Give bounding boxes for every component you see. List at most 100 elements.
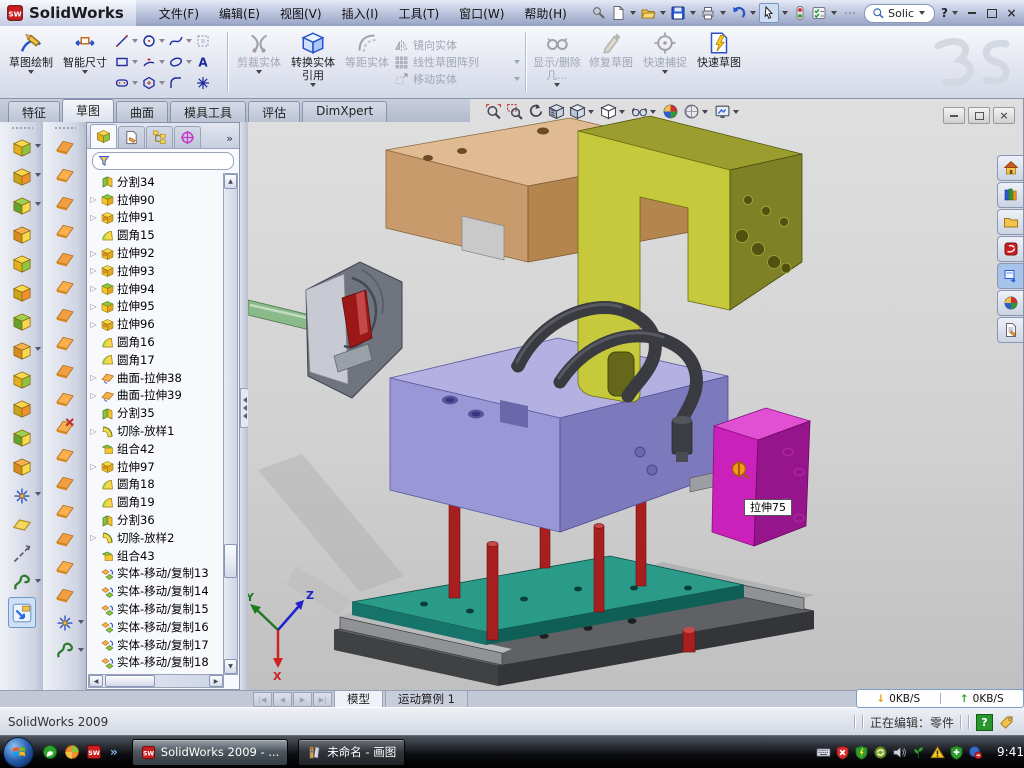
ribbon-button-sketch-pencil[interactable]: 草图绘制: [4, 26, 58, 98]
panel-splitter[interactable]: [240, 122, 248, 690]
chevron-down-icon[interactable]: [630, 11, 636, 15]
restore-button[interactable]: [983, 6, 1000, 21]
tree-item[interactable]: 实体-移动/复制15: [89, 600, 224, 618]
sync-blocked-icon[interactable]: [968, 745, 983, 760]
line-icon[interactable]: [114, 31, 141, 52]
design-library-icon[interactable]: [997, 182, 1023, 208]
tab-评估[interactable]: 评估: [248, 101, 300, 122]
print-icon[interactable]: [699, 4, 717, 22]
plant-icon[interactable]: [911, 745, 926, 760]
delete-face-icon[interactable]: [52, 413, 78, 441]
split-icon[interactable]: [9, 394, 35, 423]
tag-icon[interactable]: [999, 715, 1014, 730]
linear-pattern-icon[interactable]: [9, 336, 35, 365]
ejector-stub[interactable]: [683, 627, 695, 652]
menu-h[interactable]: 帮助(H): [515, 2, 575, 25]
expand-icon[interactable]: ▷: [89, 284, 98, 293]
previous-view-icon[interactable]: [527, 103, 544, 120]
selected-extrude-block[interactable]: [712, 408, 810, 546]
axis-icon[interactable]: [9, 539, 35, 568]
propertymanager-tab[interactable]: [118, 126, 145, 148]
tree-item[interactable]: ▷拉伸90: [89, 191, 224, 209]
shield-plus-icon[interactable]: [949, 745, 964, 760]
boundary-surface-icon[interactable]: [52, 245, 78, 273]
new-document-icon[interactable]: [609, 4, 627, 22]
tree-item[interactable]: ▷拉伸91: [89, 209, 224, 227]
custom-properties-icon[interactable]: [997, 317, 1023, 343]
menu-v[interactable]: 视图(V): [271, 2, 331, 25]
antivirus-icon[interactable]: [835, 745, 850, 760]
nav-[interactable]: ◀: [273, 692, 292, 707]
hide-show-items-icon[interactable]: [631, 103, 658, 120]
tree-item[interactable]: 实体-移动/复制14: [89, 582, 224, 600]
search-input[interactable]: Solic: [864, 4, 935, 23]
file-explorer-icon[interactable]: [997, 209, 1023, 235]
chevron-down-icon[interactable]: [750, 11, 756, 15]
nav-[interactable]: |◀: [253, 692, 272, 707]
select-icon[interactable]: [759, 3, 779, 23]
hole-wizard-icon[interactable]: [9, 307, 35, 336]
tree-item[interactable]: 分割36: [89, 511, 224, 529]
tree-item[interactable]: 分割35: [89, 404, 224, 422]
view-orientation-icon[interactable]: [569, 103, 596, 120]
shape-icon[interactable]: [52, 581, 78, 609]
scroll-up-icon[interactable]: ▲: [224, 174, 237, 189]
knit-surface-icon[interactable]: [52, 469, 78, 497]
polygon-icon[interactable]: [141, 73, 168, 94]
tree-item[interactable]: ▷拉伸92: [89, 244, 224, 262]
replace-face-icon[interactable]: [52, 441, 78, 469]
view-settings-icon[interactable]: [714, 103, 741, 120]
ribbon-button-smart-dimension[interactable]: 智能尺寸: [58, 26, 112, 98]
tree-item[interactable]: ▷曲面-拉伸39: [89, 387, 224, 405]
tree-item[interactable]: 组合43: [89, 547, 224, 565]
update-icon[interactable]: [873, 745, 888, 760]
trim-box-icon[interactable]: [195, 31, 222, 52]
swept-surface-icon[interactable]: [52, 189, 78, 217]
fillet-icon[interactable]: [9, 191, 35, 220]
expand-icon[interactable]: ▷: [89, 533, 98, 542]
expand-icon[interactable]: ▷: [89, 302, 98, 311]
tree-item[interactable]: ▷拉伸94: [89, 280, 224, 298]
chevron-down-icon[interactable]: [660, 11, 666, 15]
text-icon[interactable]: A: [195, 52, 222, 73]
expand-icon[interactable]: ▷: [89, 195, 98, 204]
zoom-fit-icon[interactable]: [485, 103, 502, 120]
revolve-axis-icon[interactable]: [52, 161, 78, 189]
expand-icon[interactable]: ▷: [89, 391, 98, 400]
scroll-thumb[interactable]: [105, 675, 155, 687]
doc-minimize-button[interactable]: [943, 107, 965, 124]
tree-item[interactable]: 实体-移动/复制18: [89, 654, 224, 672]
appearances-icon[interactable]: [997, 290, 1023, 316]
freeform-surface-icon[interactable]: [52, 273, 78, 301]
sprue-bushing-cutaway[interactable]: [248, 262, 402, 398]
circle-icon[interactable]: [141, 31, 168, 52]
chevron-down-icon[interactable]: [690, 11, 696, 15]
tree-horizontal-scrollbar[interactable]: ◀ ▶: [88, 674, 224, 688]
quick-tips-icon[interactable]: ?: [976, 714, 993, 731]
keyboard-icon[interactable]: [816, 745, 831, 760]
featuremanager-tab[interactable]: [90, 124, 117, 148]
shell-icon[interactable]: [9, 249, 35, 278]
move-face-icon[interactable]: [52, 497, 78, 525]
tree-item[interactable]: 圆角19: [89, 493, 224, 511]
close-button[interactable]: ×: [1003, 6, 1020, 21]
dome-icon[interactable]: [52, 553, 78, 581]
expand-icon[interactable]: ▷: [89, 373, 98, 382]
scroll-left-icon[interactable]: ◀: [89, 675, 103, 687]
tab-曲面[interactable]: 曲面: [116, 101, 168, 122]
expand-icon[interactable]: ▷: [89, 266, 98, 275]
tree-item[interactable]: ▷曲面-拉伸38: [89, 369, 224, 387]
scroll-down-icon[interactable]: ▼: [224, 659, 237, 674]
rebuild-icon[interactable]: [791, 4, 809, 22]
warning-icon[interactable]: [930, 745, 945, 760]
taskbar-button[interactable]: 未命名 - 画图: [298, 739, 405, 766]
slot-icon[interactable]: [114, 73, 141, 94]
menu-e[interactable]: 编辑(E): [210, 2, 269, 25]
ribbon-button-convert-entities[interactable]: 转换实体引用: [286, 26, 340, 98]
quick-launch-chevron[interactable]: »: [110, 745, 118, 759]
dimxpertmanager-tab[interactable]: [174, 126, 201, 148]
tree-item[interactable]: ▷拉伸93: [89, 262, 224, 280]
section-view-icon[interactable]: [548, 103, 565, 120]
filter-input[interactable]: [92, 152, 234, 170]
scene-icon[interactable]: [683, 103, 710, 120]
